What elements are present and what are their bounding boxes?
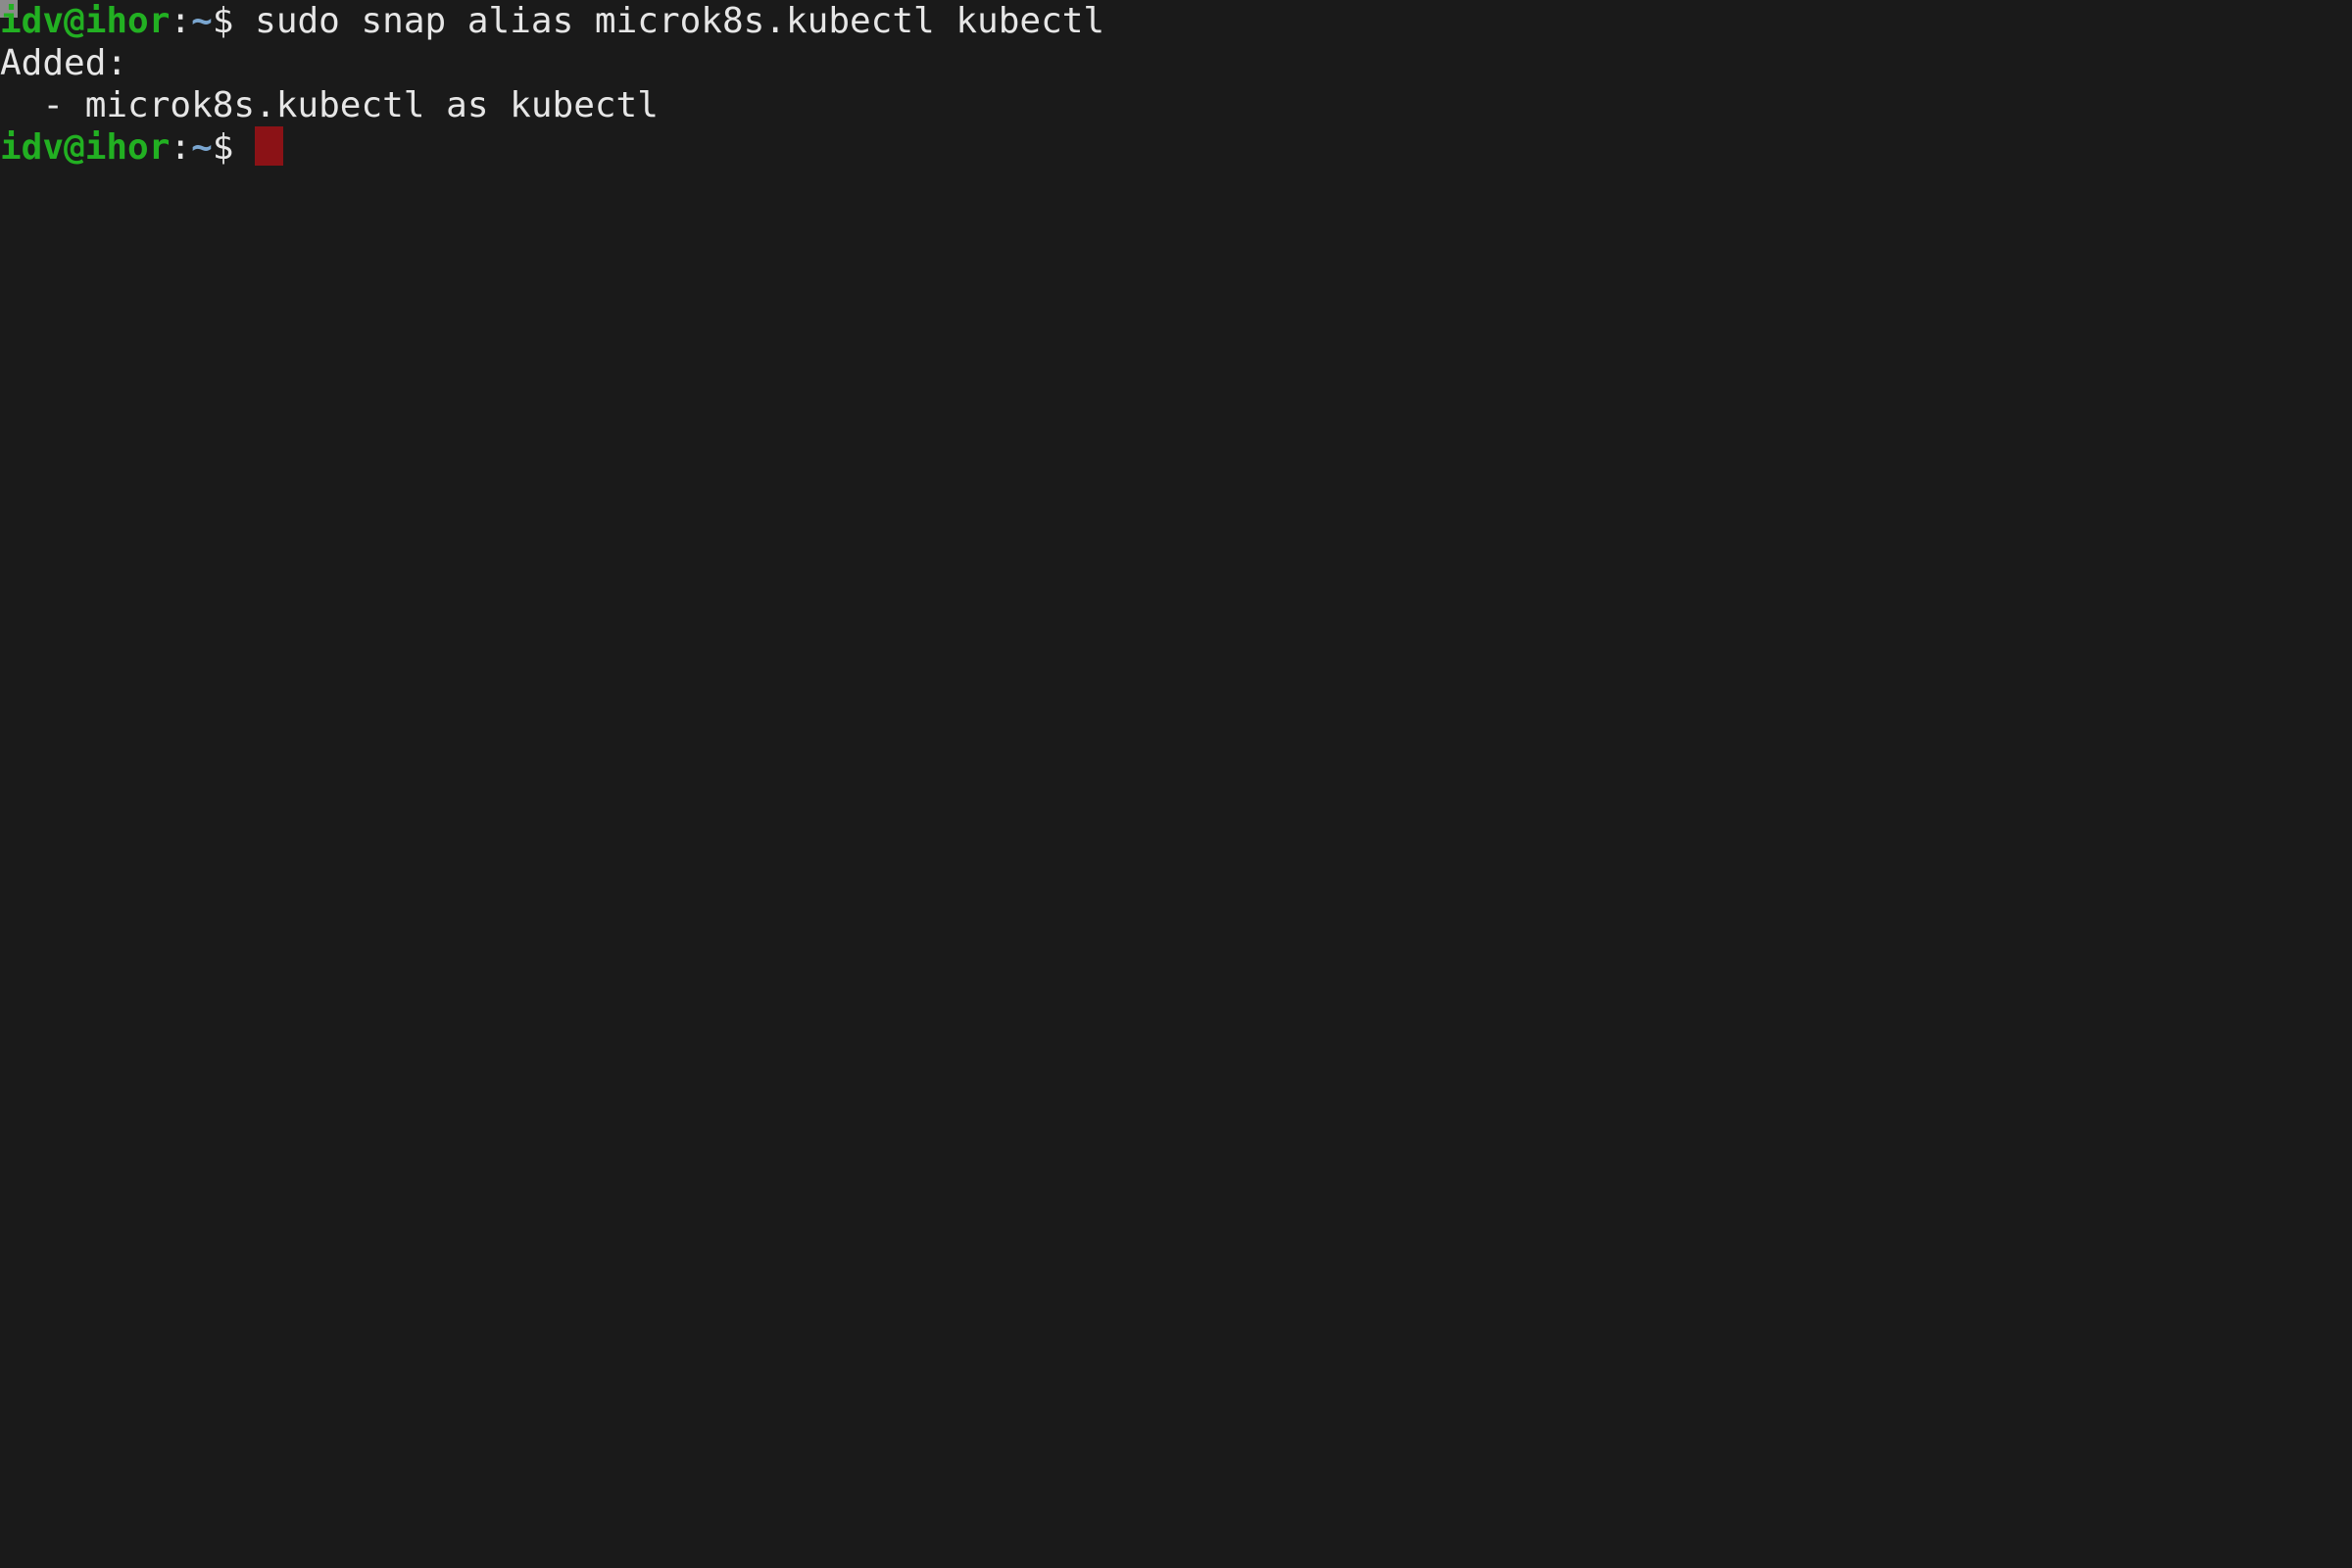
output-text: Added:	[0, 43, 128, 83]
prompt-path: ~	[191, 1, 213, 41]
text-cursor[interactable]	[255, 126, 284, 166]
output-text: - microk8s.kubectl as kubectl	[0, 85, 659, 125]
prompt-dollar: $	[212, 1, 234, 41]
command-text: sudo snap alias microk8s.kubectl kubectl	[255, 1, 1105, 41]
terminal-line-command: idv@ihor:~$ sudo snap alias microk8s.kub…	[0, 0, 2352, 42]
prompt-user-host: idv@ihor	[0, 127, 171, 168]
terminal-window[interactable]: idv@ihor:~$ sudo snap alias microk8s.kub…	[0, 0, 2352, 1568]
prompt-colon: :	[170, 1, 192, 41]
terminal-screen[interactable]: idv@ihor:~$ sudo snap alias microk8s.kub…	[0, 0, 2352, 169]
prompt-path: ~	[191, 127, 213, 168]
terminal-line-output-alias: - microk8s.kubectl as kubectl	[0, 84, 2352, 126]
prompt-colon: :	[170, 127, 192, 168]
terminal-line-output-heading: Added:	[0, 42, 2352, 84]
prompt-user-host: idv@ihor	[0, 1, 171, 41]
terminal-line-prompt-active: idv@ihor:~$	[0, 126, 2352, 169]
prompt-dollar: $	[212, 127, 234, 168]
